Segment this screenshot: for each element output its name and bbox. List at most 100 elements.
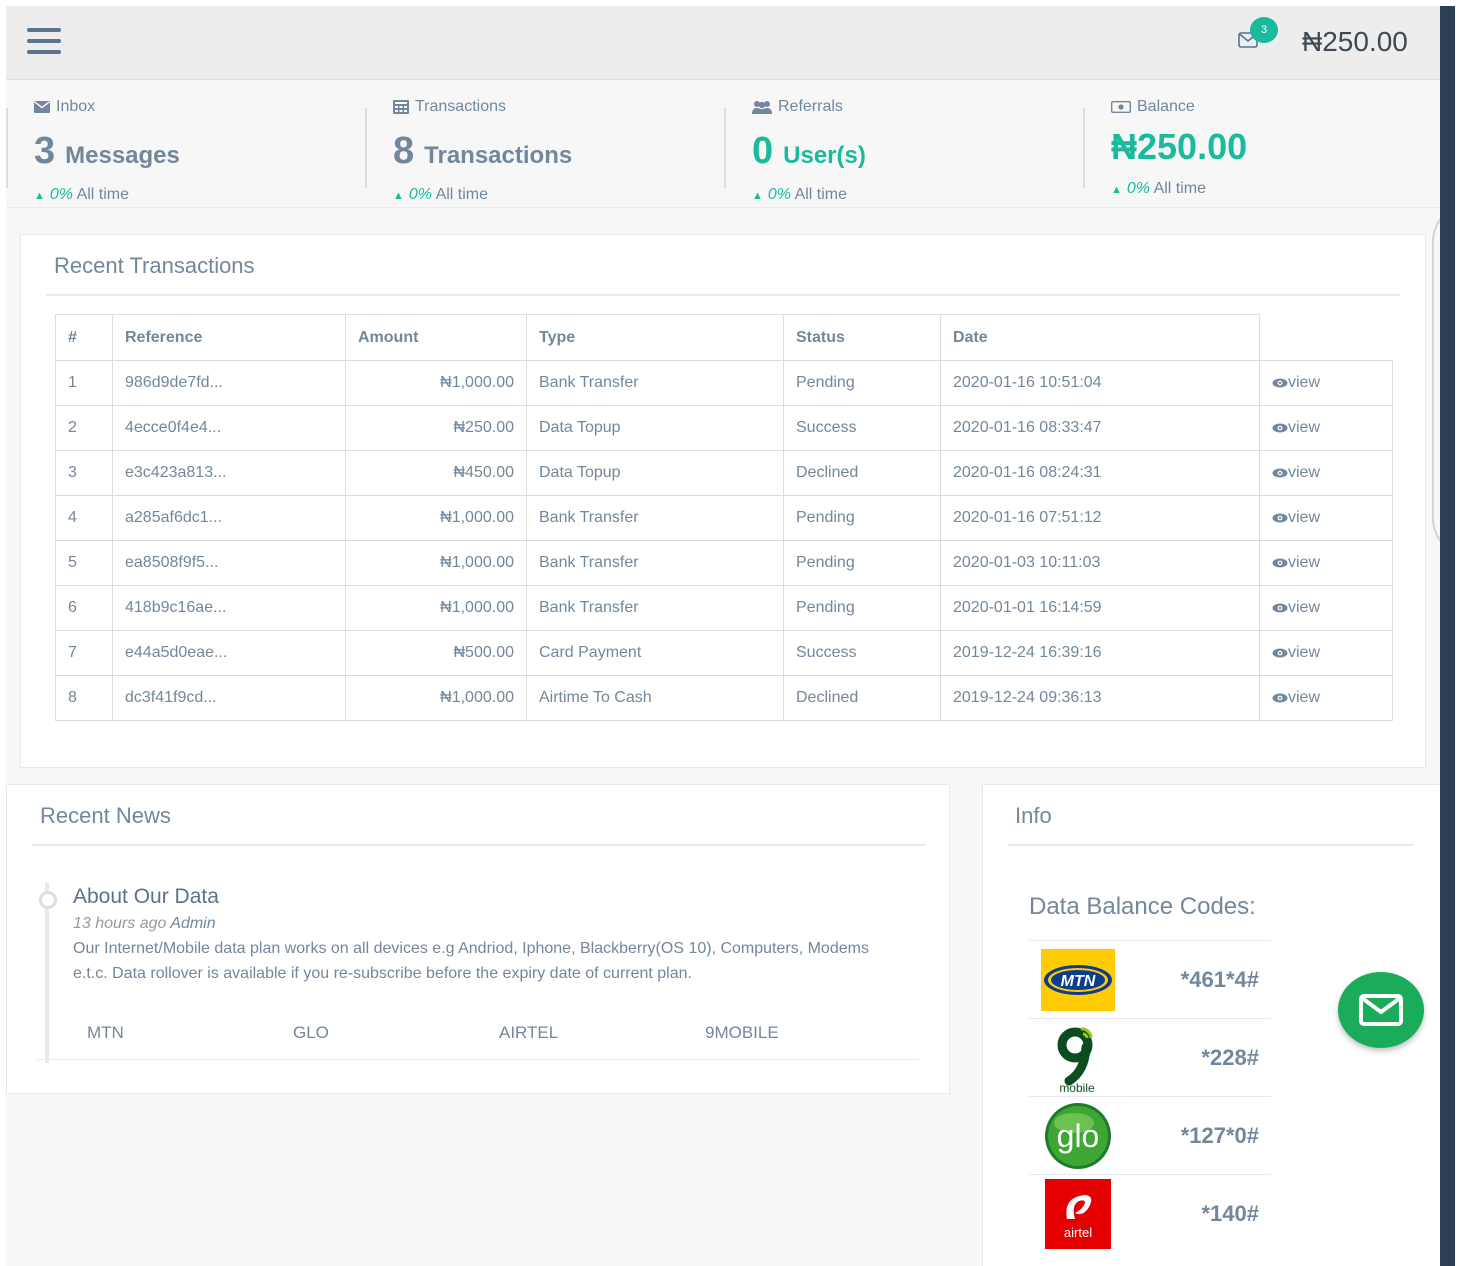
table-row: 7 e44a5d0eae... ₦500.00 Card Payment Success… [55,630,1393,676]
view-label: view [1288,464,1321,481]
view-cell: view [1259,405,1393,451]
compose-message-button[interactable] [1338,972,1424,1048]
tab-9mobile[interactable]: 9MOBILE [705,1023,911,1043]
mtn-logo: MTN [1041,949,1115,1011]
eye-icon [1272,464,1288,481]
balance-code: *140# [1201,1201,1259,1226]
amount-cell: ₦1,000.00 [345,540,527,586]
date-cell: 2020-01-01 16:14:59 [940,585,1260,631]
table-row: 1 986d9de7fd... ₦1,000.00 Bank Transfer Pend… [55,360,1393,406]
view-link[interactable]: view [1272,554,1320,571]
view-cell: view [1259,450,1393,496]
tab-mtn[interactable]: MTN [87,1023,293,1043]
stat-change: ▲ 0% All time [393,186,489,203]
news-body: Our Internet/Mobile data plan works on a… [73,940,869,982]
users-icon [752,101,772,114]
notification-badge[interactable]: 3 [1250,17,1278,43]
view-link[interactable]: view [1272,599,1320,616]
view-label: view [1288,689,1321,706]
date-cell: 2019-12-24 16:39:16 [940,630,1260,676]
view-link[interactable]: view [1272,644,1320,661]
type-cell: Bank Transfer [526,540,784,586]
code-row-glo: glo *127*0# [1029,1096,1271,1174]
envelope-icon [1359,994,1403,1026]
timeline-line [45,883,49,1063]
caret-up-icon: ▲ [393,190,404,202]
amount-cell: ₦450.00 [345,450,527,496]
column-header: Amount [345,314,527,361]
tab-glo[interactable]: GLO [293,1023,499,1043]
view-label: view [1288,554,1321,571]
svg-text:mobile: mobile [1059,1081,1095,1093]
caret-up-icon: ▲ [34,190,45,202]
stat-tile-inbox: Inbox 3 Messages ▲ 0% All time [6,80,366,208]
caret-up-icon: ▲ [1111,184,1122,196]
code-row-9mobile: mobile *228# [1029,1018,1271,1096]
view-label: view [1288,644,1321,661]
type-cell: Card Payment [526,630,784,676]
eye-icon [1272,509,1288,526]
dashboard-page: 3 ₦250.00 Inbox 3 Messages ▲ 0% All time … [6,6,1440,1266]
view-cell: view [1259,630,1393,676]
view-cell: view [1259,360,1393,406]
panel-title: Info [1015,803,1052,828]
type-cell: Bank Transfer [526,495,784,541]
table-header-row: # Reference Amount Type Status Date [55,314,1393,361]
view-cell: view [1259,585,1393,631]
date-cell: 2020-01-16 08:33:47 [940,405,1260,451]
column-header: # [55,314,113,361]
top-navbar: 3 ₦250.00 [6,6,1440,80]
view-cell: view [1259,495,1393,541]
recent-transactions-panel: Recent Transactions # Reference Amount T… [20,234,1426,768]
table-row: 4 a285af6dc1... ₦1,000.00 Bank Transfer Pend… [55,495,1393,541]
view-link[interactable]: view [1272,509,1320,526]
calculator-icon [393,100,409,114]
glo-logo: glo [1041,1101,1115,1171]
money-icon [1111,101,1131,113]
view-label: view [1288,374,1321,391]
reference-cell: 4ecce0f4e4... [112,405,346,451]
svg-text:glo: glo [1057,1118,1100,1154]
view-link[interactable]: view [1272,374,1320,391]
amount-cell: ₦500.00 [345,630,527,676]
timeline-dot-icon [39,891,57,909]
date-cell: 2020-01-16 10:51:04 [940,360,1260,406]
date-cell: 2020-01-16 07:51:12 [940,495,1260,541]
stat-tile-transactions: Transactions 8 Transactions ▲ 0% All time [365,80,725,208]
status-cell: Declined [783,450,941,496]
view-cell: view [1259,540,1393,586]
row-number: 2 [55,405,113,451]
menu-toggle-icon[interactable] [27,28,61,56]
row-number: 7 [55,630,113,676]
status-cell: Declined [783,675,941,721]
view-link[interactable]: view [1272,689,1320,706]
stat-change: ▲ 0% All time [752,186,848,203]
eye-icon [1272,374,1288,391]
reference-cell: e3c423a813... [112,450,346,496]
stat-count: 3 Messages [34,130,180,172]
stat-change: ▲ 0% All time [1111,180,1207,197]
type-cell: Bank Transfer [526,360,784,406]
svg-text:MTN: MTN [1061,973,1096,990]
balance-code: *228# [1201,1045,1259,1070]
side-panel-handle[interactable] [1432,202,1440,558]
view-link[interactable]: view [1272,464,1320,481]
transactions-table: # Reference Amount Type Status Date 1 986… [55,314,1393,721]
tab-airtel[interactable]: AIRTEL [499,1023,705,1043]
eye-icon [1272,419,1288,436]
amount-cell: ₦1,000.00 [345,585,527,631]
row-number: 4 [55,495,113,541]
type-cell: Bank Transfer [526,585,784,631]
table-row: 3 e3c423a813... ₦450.00 Data Topup Declined 2… [55,450,1393,496]
news-title[interactable]: About Our Data [73,885,219,909]
stat-title: Referrals [752,98,843,116]
top-balance[interactable]: ₦250.00 [1302,26,1408,58]
reference-cell: ea8508f9f5... [112,540,346,586]
eye-icon [1272,644,1288,661]
network-tabs: MTN GLO AIRTEL 9MOBILE [87,1023,911,1043]
reference-cell: 418b9c16ae... [112,585,346,631]
view-link[interactable]: view [1272,419,1320,436]
reference-cell: 986d9de7fd... [112,360,346,406]
code-row-airtel: airtel *140# [1029,1174,1271,1252]
amount-cell: ₦1,000.00 [345,675,527,721]
